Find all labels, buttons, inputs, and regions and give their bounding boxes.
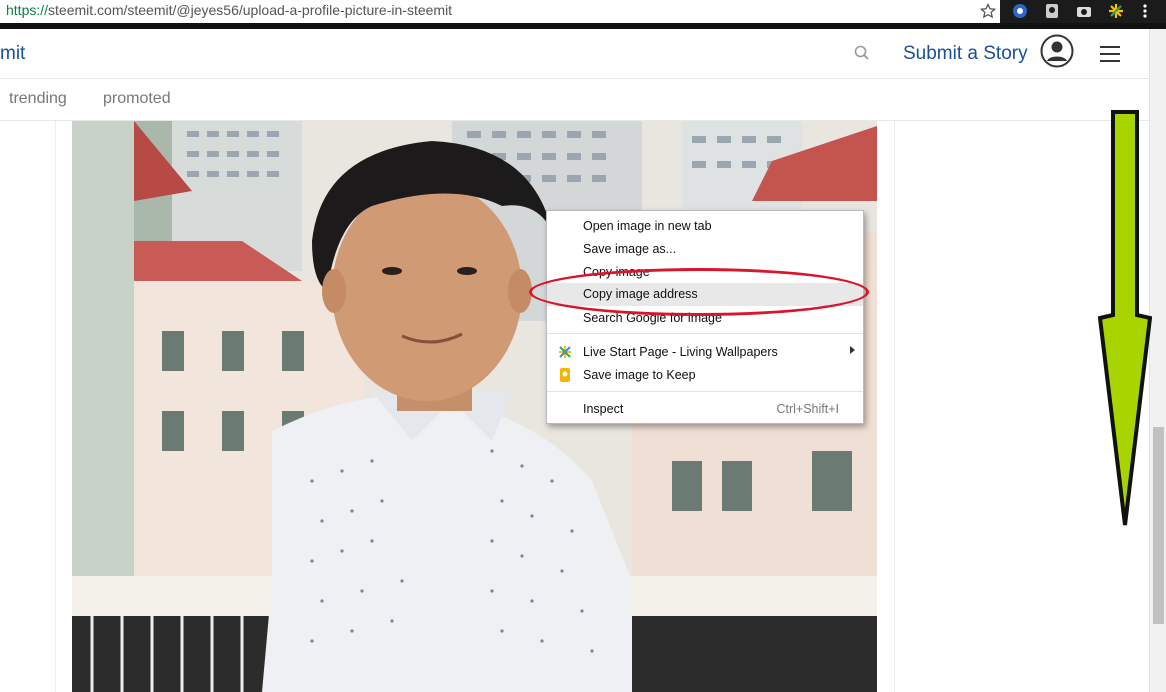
extensions-toolbar <box>1000 0 1166 23</box>
green-down-arrow-annotation <box>1098 110 1152 526</box>
user-avatar-icon[interactable] <box>1040 34 1074 68</box>
menu-separator <box>547 333 863 334</box>
url-text[interactable]: https://steemit.com/steemit/@jeyes56/upl… <box>6 2 452 18</box>
menu-item-save-image-as[interactable]: Save image as... <box>547 238 863 261</box>
camera-extension-icon[interactable] <box>1075 2 1093 20</box>
tab-promoted[interactable]: promoted <box>103 90 171 108</box>
image-context-menu: Open image in new tab Save image as... C… <box>546 210 864 424</box>
menu-item-save-image-to-keep[interactable]: Save image to Keep <box>547 364 863 387</box>
site-header: mit Submit a Story <box>0 29 1149 79</box>
menu-separator <box>547 391 863 392</box>
tab-trending[interactable]: trending <box>9 90 67 108</box>
red-highlight-annotation <box>529 268 869 316</box>
live-start-page-extension-icon[interactable] <box>1107 2 1125 20</box>
browser-address-bar[interactable]: https://steemit.com/steemit/@jeyes56/upl… <box>0 0 1166 24</box>
globe-extension-icon[interactable] <box>1011 2 1029 20</box>
site-logo[interactable]: mit <box>0 43 25 65</box>
search-icon[interactable] <box>853 44 871 62</box>
keep-extension-icon[interactable] <box>1043 2 1061 20</box>
scrollbar-thumb[interactable] <box>1153 427 1164 624</box>
hamburger-menu-icon[interactable] <box>1100 46 1120 62</box>
browser-menu-icon[interactable] <box>1142 2 1148 20</box>
submenu-arrow-icon <box>850 346 855 354</box>
sort-tabs: trending promoted <box>0 79 1149 121</box>
menu-item-inspect[interactable]: Inspect Ctrl+Shift+I <box>547 398 863 421</box>
live-start-page-icon <box>558 345 572 359</box>
submit-story-link[interactable]: Submit a Story <box>903 43 1028 65</box>
menu-item-open-image-new-tab[interactable]: Open image in new tab <box>547 215 863 238</box>
bookmark-star-icon[interactable] <box>980 2 996 20</box>
keep-icon <box>558 368 572 382</box>
menu-item-live-start-page[interactable]: Live Start Page - Living Wallpapers <box>547 341 863 364</box>
